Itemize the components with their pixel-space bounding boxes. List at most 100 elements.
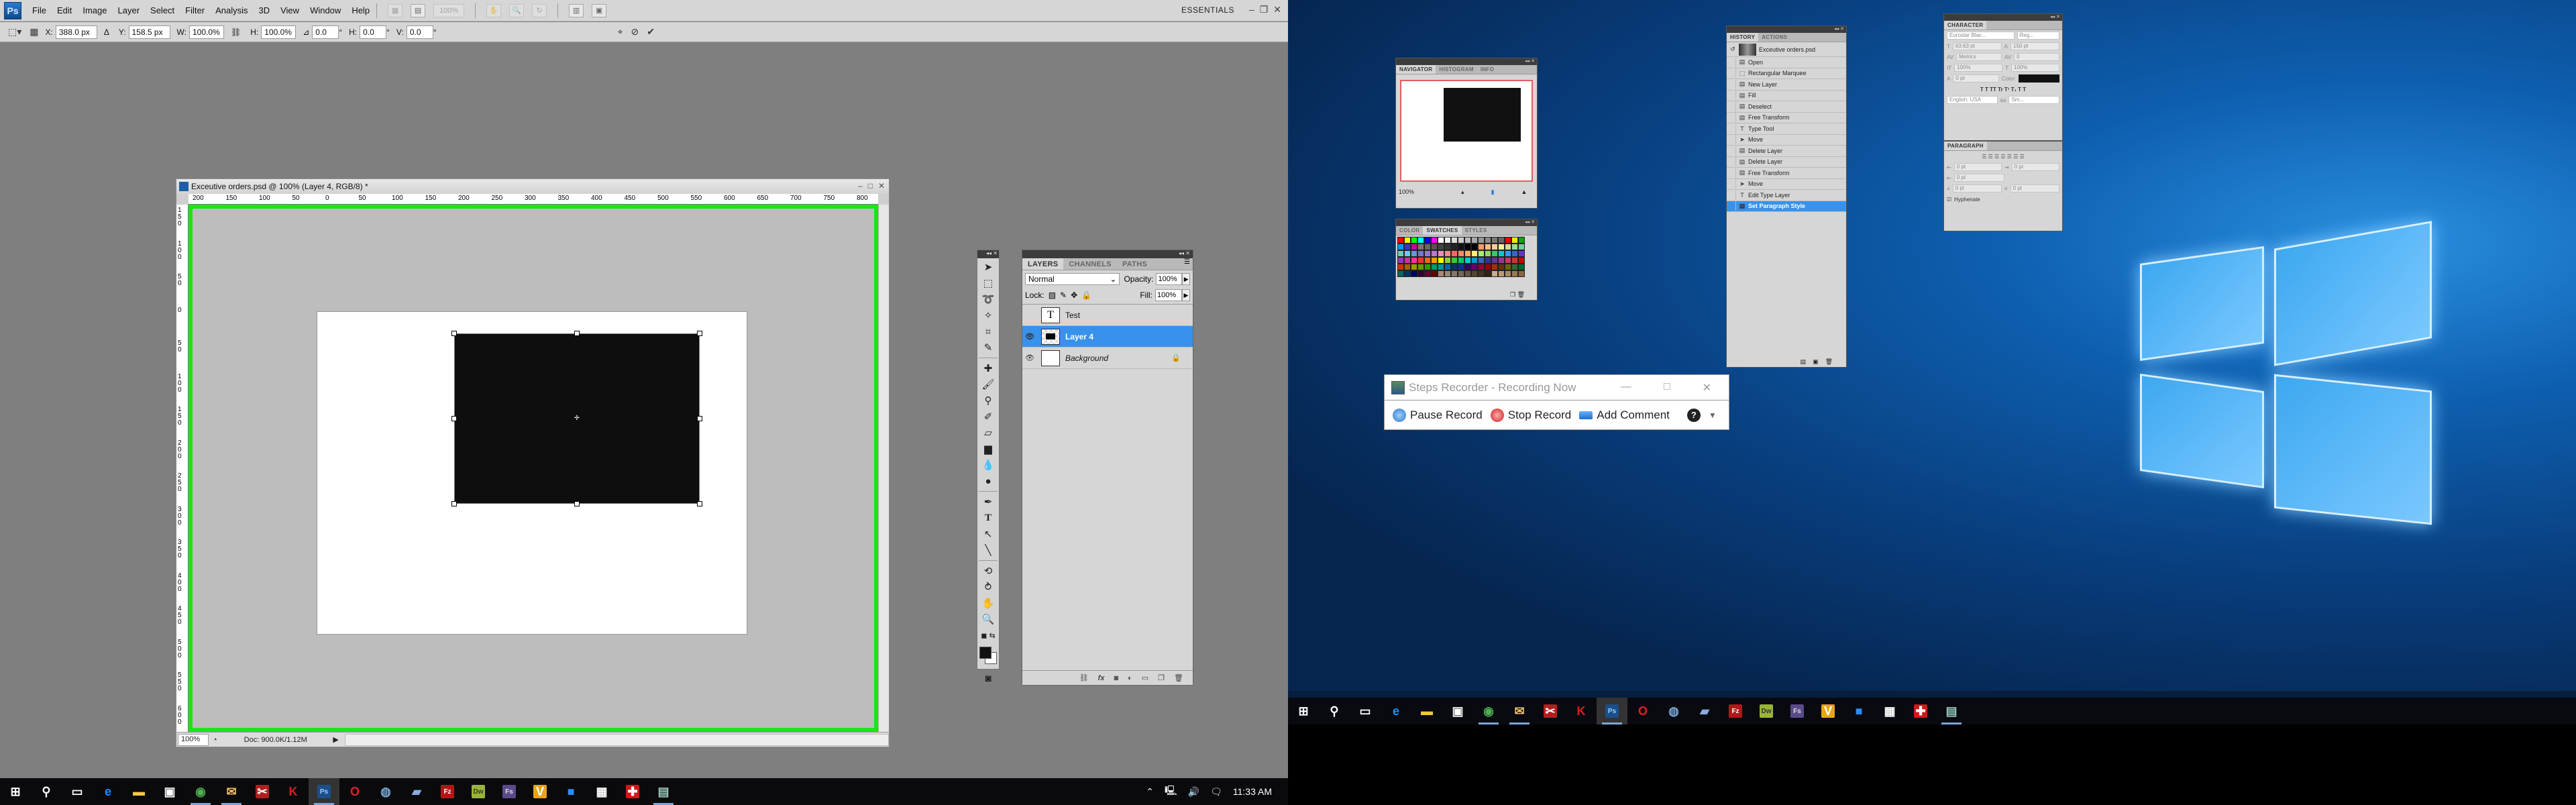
history-source-checkbox[interactable] (1727, 57, 1736, 67)
taskbar-dreamweaver-button[interactable]: Dw (1751, 698, 1782, 724)
clock[interactable]: 11:33 AM (1233, 786, 1272, 797)
layer-row-test[interactable]: T Test (1022, 305, 1193, 326)
color-swatch[interactable] (1498, 264, 1505, 270)
taskbar-calculator-button[interactable]: ▦ (586, 778, 617, 805)
hyphenate-checkbox[interactable]: ☑ (1947, 197, 1951, 203)
path-selection-tool-icon[interactable]: ↖ (978, 527, 998, 541)
font-style-select[interactable]: Reg... (2017, 32, 2059, 40)
history-brush-source-icon[interactable]: ↺ (1727, 46, 1739, 53)
color-swatch[interactable] (1438, 237, 1444, 244)
color-swatch[interactable] (1417, 264, 1424, 270)
layer-name[interactable]: Layer 4 (1065, 332, 1093, 341)
color-swatch[interactable] (1458, 264, 1464, 270)
move-tool-icon[interactable]: ➤ (978, 260, 998, 274)
color-swatch[interactable] (1518, 250, 1525, 257)
menu-view[interactable]: View (280, 5, 299, 15)
clone-stamp-tool-icon[interactable]: ⚲ (978, 393, 998, 408)
color-swatch[interactable] (1478, 244, 1485, 250)
navigator-zoom-field[interactable]: 100% (1399, 189, 1414, 195)
color-swatch[interactable] (1471, 264, 1478, 270)
color-swatch[interactable] (1498, 244, 1505, 250)
layer-name[interactable]: Test (1065, 311, 1080, 320)
eraser-tool-icon[interactable]: ▱ (978, 425, 998, 440)
color-swatch[interactable] (1518, 257, 1525, 264)
arrange-documents-icon[interactable]: ▥ (569, 3, 584, 17)
text-style-buttons[interactable]: T T TT Tr T¹ T₁ T T (1944, 84, 2062, 95)
v-skew-field[interactable]: 0.0 (406, 25, 433, 39)
history-source-checkbox[interactable] (1727, 135, 1736, 145)
color-swatch[interactable] (1424, 270, 1431, 277)
workspace-switcher[interactable]: ESSENTIALS (1181, 5, 1234, 15)
close-icon[interactable]: ✕ (1273, 4, 1281, 15)
h-skew-field[interactable]: 0.0 (360, 25, 387, 39)
taskbar-photoshop-button[interactable]: Ps (1597, 698, 1627, 724)
color-swatch[interactable] (1464, 237, 1471, 244)
tab-styles[interactable]: STYLES (1462, 226, 1491, 235)
color-swatch[interactable] (1431, 237, 1438, 244)
color-swatch[interactable] (1444, 257, 1451, 264)
transform-handle[interactable] (697, 416, 702, 421)
history-item[interactable]: T Edit Type Layer (1727, 190, 1846, 201)
fill-field[interactable]: 100% (1155, 289, 1182, 301)
indent-right-field[interactable]: 0 pt (2011, 163, 2059, 171)
history-brush-tool-icon[interactable]: ✐ (978, 409, 998, 424)
taskbar-search-button[interactable]: ⚲ (31, 778, 62, 805)
color-swatch[interactable] (1464, 257, 1471, 264)
color-swatch[interactable] (1511, 244, 1518, 250)
lasso-tool-icon[interactable]: ➰ (978, 292, 998, 307)
taskbar-xmind-button[interactable]: ✂ (1535, 698, 1566, 724)
history-item[interactable]: ➤ Move (1727, 135, 1846, 146)
color-swatch[interactable] (1424, 257, 1431, 264)
menu-help[interactable]: Help (352, 5, 370, 15)
history-item[interactable]: ▤ Open (1727, 57, 1846, 68)
taskbar-app-globe-button[interactable]: ◍ (370, 778, 401, 805)
color-swatch[interactable] (1397, 264, 1404, 270)
transform-handle[interactable] (574, 501, 580, 506)
transform-handle[interactable] (451, 501, 457, 506)
taskbar-notepad-button[interactable]: ▰ (1689, 698, 1720, 724)
color-swatch[interactable] (1397, 244, 1404, 250)
color-swatch[interactable] (1518, 270, 1525, 277)
color-swatch[interactable] (1451, 250, 1458, 257)
lock-image-icon[interactable]: ✎ (1060, 290, 1067, 300)
color-swatch[interactable] (1404, 257, 1411, 264)
color-swatch[interactable] (1411, 237, 1417, 244)
tab-swatches[interactable]: SWATCHES (1423, 226, 1462, 235)
color-swatch[interactable] (1498, 270, 1505, 277)
screen-mode-icon[interactable]: ▣ (592, 3, 607, 17)
color-swatch[interactable] (1471, 250, 1478, 257)
color-swatch[interactable] (1491, 237, 1498, 244)
panel-header[interactable]: ◂◂ ✕ (1727, 26, 1846, 33)
color-swatch[interactable] (1478, 250, 1485, 257)
panel-header[interactable]: ◂◂ ✕ (1944, 14, 2062, 21)
taskbar-zoom-button[interactable]: ■ (1843, 698, 1874, 724)
close-icon[interactable]: ✕ (878, 181, 885, 191)
color-swatch[interactable] (1451, 244, 1458, 250)
color-swatch[interactable] (1478, 237, 1485, 244)
maximize-icon[interactable]: □ (1664, 381, 1670, 394)
action-center-icon[interactable]: 🗨 (1210, 786, 1222, 798)
color-swatch[interactable] (1411, 270, 1417, 277)
color-swatch[interactable] (1417, 237, 1424, 244)
crop-tool-icon[interactable]: ⌗ (978, 324, 998, 339)
color-swatch[interactable] (1471, 237, 1478, 244)
transform-handle[interactable] (697, 501, 702, 506)
menu-3d[interactable]: 3D (258, 5, 270, 15)
color-swatch[interactable] (1424, 264, 1431, 270)
zoom-level-field[interactable]: 100% (178, 733, 209, 746)
navigator-preview[interactable] (1400, 80, 1533, 182)
lock-position-icon[interactable]: ✥ (1071, 290, 1077, 300)
color-swatch[interactable] (1438, 244, 1444, 250)
space-before-field[interactable]: 0 pt (1952, 184, 2002, 193)
lock-all-icon[interactable]: 🔒 (1081, 290, 1091, 300)
y-field[interactable]: 158.5 px (128, 25, 170, 39)
color-swatch[interactable] (1491, 257, 1498, 264)
eye-icon[interactable]: 👁 (1022, 332, 1037, 341)
taskbar-task-view-button[interactable]: ▭ (62, 778, 93, 805)
marquee-tool-icon[interactable]: ⬚ (978, 276, 998, 290)
taskbar-edge-button[interactable]: e (1381, 698, 1411, 724)
color-swatch[interactable] (1397, 257, 1404, 264)
canvas-area[interactable]: ✛ (189, 205, 878, 732)
taskbar-app-v-button[interactable]: V (1813, 698, 1843, 724)
transform-handle[interactable] (451, 331, 457, 336)
